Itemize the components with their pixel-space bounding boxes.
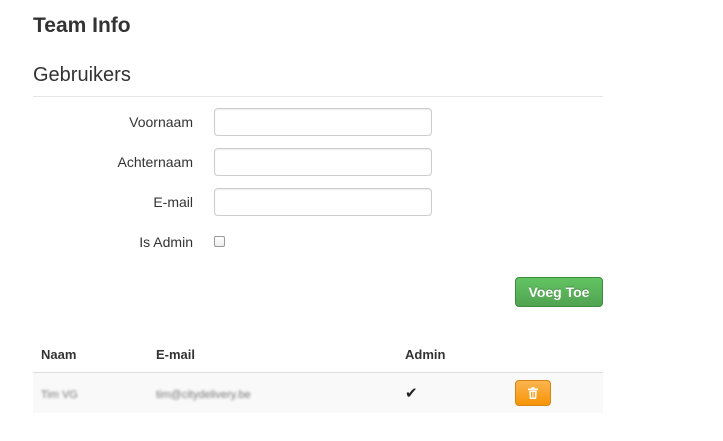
table-row: Tim VG tim@citydelivery.be ✔ <box>33 372 603 413</box>
user-email: tim@citydelivery.be <box>156 388 251 401</box>
user-name: Tim VG <box>41 388 78 401</box>
column-header-name: Naam <box>33 337 148 373</box>
user-actions-cell <box>506 372 603 413</box>
column-header-actions <box>506 337 603 373</box>
email-label: E-mail <box>153 194 193 210</box>
column-header-email: E-mail <box>148 337 397 373</box>
check-icon: ✔ <box>405 385 418 402</box>
trash-icon <box>528 387 538 399</box>
user-admin-cell: ✔ <box>397 372 506 413</box>
page-title: Team Info <box>33 14 131 37</box>
is-admin-label: Is Admin <box>139 234 193 250</box>
users-table: Naam E-mail Admin Tim VG tim@citydeliver… <box>33 337 603 413</box>
add-user-button[interactable]: Voeg Toe <box>515 277 603 307</box>
section-title-users: Gebruikers <box>33 64 131 86</box>
table-header-row: Naam E-mail Admin <box>33 337 603 373</box>
column-header-admin: Admin <box>397 337 506 373</box>
first-name-input[interactable] <box>214 108 432 136</box>
delete-user-button[interactable] <box>515 380 551 406</box>
section-divider <box>33 96 603 97</box>
is-admin-checkbox[interactable] <box>214 236 225 247</box>
user-name-cell: Tim VG <box>33 372 148 413</box>
last-name-input[interactable] <box>214 148 432 176</box>
first-name-label: Voornaam <box>129 114 193 130</box>
email-input[interactable] <box>214 188 432 216</box>
user-email-cell: tim@citydelivery.be <box>148 372 397 413</box>
last-name-label: Achternaam <box>117 154 193 170</box>
